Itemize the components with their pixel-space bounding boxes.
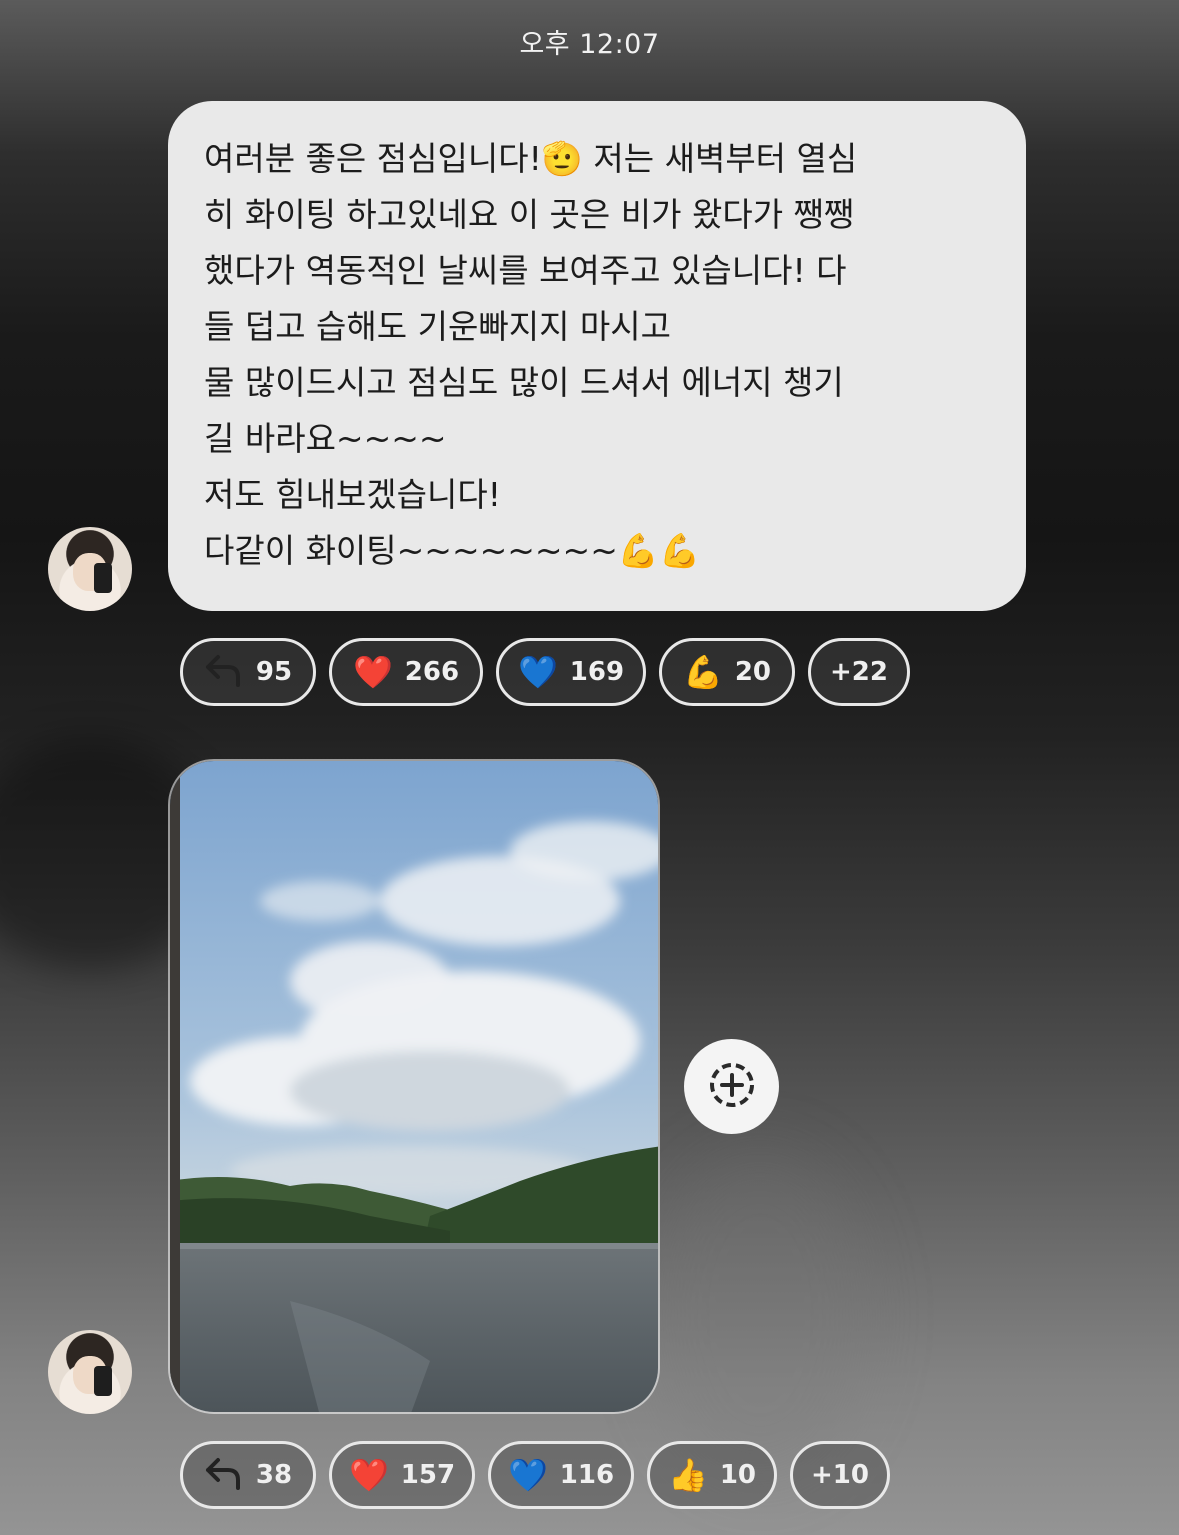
message-bubble[interactable]: 여러분 좋은 점심입니다!🫡 저는 새벽부터 열심 히 화이팅 하고있네요 이 … xyxy=(168,101,1026,611)
sender-avatar[interactable] xyxy=(48,527,132,611)
red-heart-icon: ❤️ xyxy=(352,653,393,691)
reaction-count: 169 xyxy=(569,657,625,687)
sender-avatar[interactable] xyxy=(48,1330,132,1414)
message-line: 히 화이팅 하고있네요 이 곳은 비가 왔다가 쨍쨍 xyxy=(204,195,855,234)
blue-heart-icon: 💙 xyxy=(507,1456,548,1494)
reaction-bar: 38 ❤️ 157 💙 116 👍 10 +10 xyxy=(180,1441,890,1509)
more-reactions-count: +22 xyxy=(830,657,888,687)
reply-icon xyxy=(204,1456,244,1495)
reaction-count: 20 xyxy=(734,657,772,687)
message-line: 여러분 좋은 점심입니다!🫡 저는 새벽부터 열심 xyxy=(204,139,858,178)
reaction-count: 266 xyxy=(404,657,460,687)
dashed-circle-plus-icon xyxy=(707,1060,757,1114)
more-reactions-button[interactable]: +10 xyxy=(790,1441,890,1509)
message-line: 다같이 화이팅~~~~~~~~💪💪 xyxy=(204,531,701,570)
reaction-count: 116 xyxy=(559,1460,615,1490)
save-photo-button[interactable] xyxy=(684,1039,779,1134)
reply-icon xyxy=(204,653,244,692)
flexed-biceps-icon: 💪 xyxy=(682,653,723,691)
message-line: 했다가 역동적인 날씨를 보여주고 있습니다! 다 xyxy=(204,251,847,290)
reply-count: 38 xyxy=(255,1460,293,1490)
reaction-bar: 95 ❤️ 266 💙 169 💪 20 +22 xyxy=(180,638,910,706)
more-reactions-count: +10 xyxy=(811,1460,869,1490)
reply-button[interactable]: 95 xyxy=(180,638,316,706)
reply-button[interactable]: 38 xyxy=(180,1441,316,1509)
message-line: 들 덥고 습해도 기운빠지지 마시고 xyxy=(204,307,671,346)
reaction-chip[interactable]: ❤️ 157 xyxy=(329,1441,475,1509)
reaction-count: 10 xyxy=(719,1460,757,1490)
message-timestamp: 오후 12:07 xyxy=(519,29,660,60)
reaction-chip[interactable]: 💙 116 xyxy=(488,1441,634,1509)
shared-photo[interactable] xyxy=(168,759,660,1414)
reaction-chip[interactable]: ❤️ 266 xyxy=(329,638,483,706)
reaction-chip[interactable]: 👍 10 xyxy=(647,1441,777,1509)
message-line: 저도 힘내보겠습니다! xyxy=(204,475,501,514)
thumbs-up-icon: 👍 xyxy=(667,1456,708,1494)
reaction-count: 157 xyxy=(400,1460,456,1490)
message-line: 길 바라요~~~~ xyxy=(204,419,447,458)
message-line: 물 많이드시고 점심도 많이 드셔서 에너지 챙기 xyxy=(204,363,844,402)
more-reactions-button[interactable]: +22 xyxy=(808,638,910,706)
reaction-chip[interactable]: 💙 169 xyxy=(496,638,646,706)
blue-heart-icon: 💙 xyxy=(517,653,558,691)
reaction-chip[interactable]: 💪 20 xyxy=(659,638,795,706)
red-heart-icon: ❤️ xyxy=(348,1456,389,1494)
reply-count: 95 xyxy=(255,657,293,687)
